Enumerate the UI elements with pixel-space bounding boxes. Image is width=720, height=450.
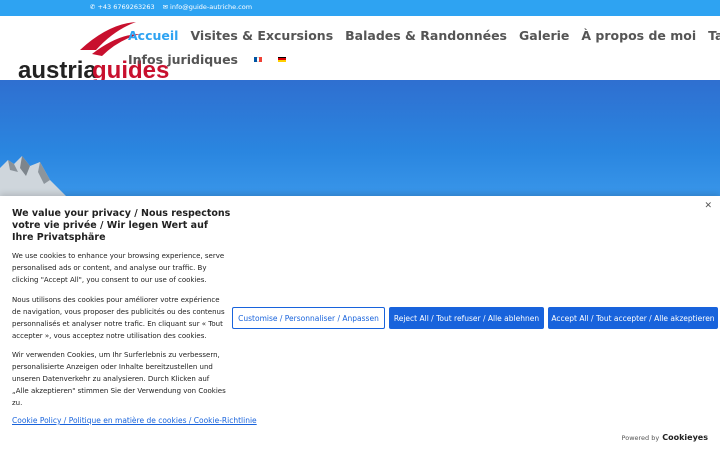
hero-image [0, 80, 720, 200]
nav-item-galerie[interactable]: Galerie [519, 28, 569, 43]
mail-icon: ✉ [162, 3, 169, 11]
top-bar: ✆ +43 6769263263 ✉ info@guide-autriche.c… [0, 0, 720, 16]
cookieyes-logo[interactable]: Cookieyes [662, 433, 708, 442]
nav-item-balades[interactable]: Balades & Randonnées [345, 28, 507, 43]
logo-text-austria: austria [18, 57, 97, 82]
cookie-consent-banner: ✕ We value your privacy / Nous respecton… [0, 196, 720, 450]
email-address: info@guide-autriche.com [170, 3, 253, 11]
customise-button[interactable]: Customise / Personnaliser / Anpassen [232, 307, 385, 329]
cookie-policy-link[interactable]: Cookie Policy / Politique en matière de … [12, 416, 257, 425]
site-header: austria guides Accueil Visites & Excursi… [0, 16, 720, 84]
mountain-graphic [0, 156, 70, 200]
nav-item-accueil[interactable]: Accueil [128, 28, 178, 43]
close-icon[interactable]: ✕ [704, 201, 712, 211]
nav-item-infos-juridiques[interactable]: Infos juridiques [128, 52, 238, 67]
cookie-text-en: We use cookies to enhance your browsing … [12, 252, 225, 284]
reject-all-button[interactable]: Reject All / Tout refuser / Alle ablehne… [389, 307, 544, 329]
nav-item-visites[interactable]: Visites & Excursions [190, 28, 333, 43]
phone-contact[interactable]: ✆ +43 6769263263 [90, 3, 155, 11]
phone-icon: ✆ [90, 3, 96, 11]
phone-number: +43 6769263263 [97, 3, 155, 11]
nav-item-tarifs[interactable]: Tarifs [708, 28, 720, 43]
nav-item-a-propos[interactable]: À propos de moi [581, 28, 696, 43]
cookie-text-fr: Nous utilisons des cookies pour améliore… [12, 296, 225, 340]
email-contact[interactable]: ✉ info@guide-autriche.com [163, 3, 252, 11]
cookie-text-de: Wir verwenden Cookies, um Ihr Surferlebn… [12, 351, 226, 407]
powered-by-label: Powered by [621, 434, 660, 442]
powered-by: Powered by Cookieyes [622, 433, 708, 442]
accept-all-button[interactable]: Accept All / Tout accepter / Alle akzept… [548, 307, 718, 329]
cookie-title: We value your privacy / Nous respectons … [12, 208, 231, 243]
german-flag-icon[interactable] [278, 56, 286, 62]
main-nav: Accueil Visites & Excursions Balades & R… [128, 26, 720, 68]
french-flag-icon[interactable] [254, 56, 263, 62]
